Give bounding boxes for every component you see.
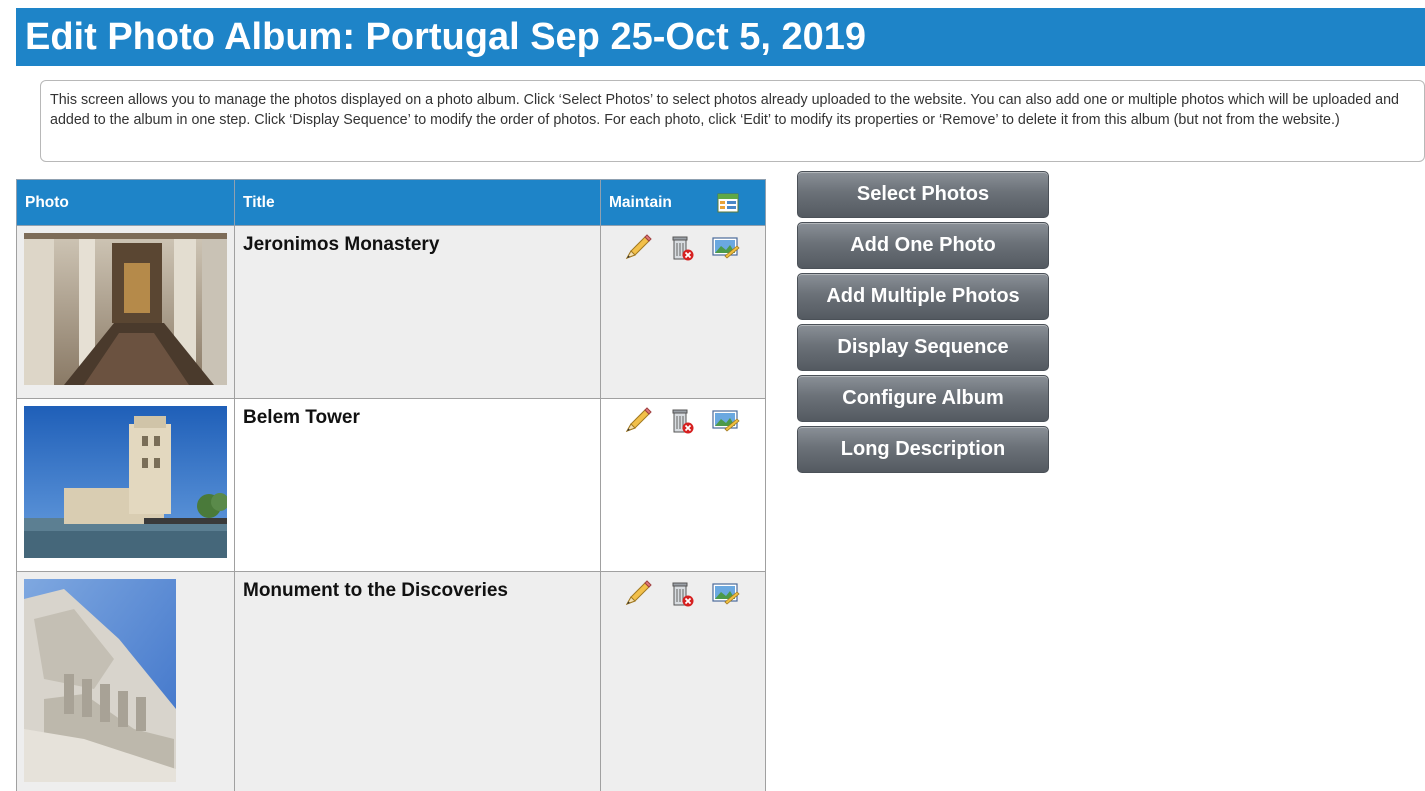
photo-column-header: Photo bbox=[16, 179, 235, 226]
properties-image-icon[interactable] bbox=[711, 580, 741, 608]
table-header-row: Photo Title Maintain bbox=[16, 179, 766, 226]
maintain-cell bbox=[600, 225, 766, 399]
configure-album-button[interactable]: Configure Album bbox=[797, 375, 1049, 422]
tower-thumbnail[interactable] bbox=[24, 406, 234, 563]
properties-image-icon[interactable] bbox=[711, 234, 741, 262]
table-row: Belem Tower bbox=[16, 398, 766, 572]
photo-title: Monument to the Discoveries bbox=[234, 571, 601, 791]
photo-cell bbox=[16, 225, 235, 399]
photo-cell bbox=[16, 571, 235, 791]
monument-thumbnail[interactable] bbox=[24, 579, 234, 787]
table-settings-icon[interactable] bbox=[717, 192, 741, 214]
add-one-photo-button[interactable]: Add One Photo bbox=[797, 222, 1049, 269]
maintain-label: Maintain bbox=[609, 193, 672, 211]
title-column-header: Title bbox=[234, 179, 601, 226]
remove-trash-icon[interactable] bbox=[667, 407, 697, 435]
select-photos-button[interactable]: Select Photos bbox=[797, 171, 1049, 218]
table-row: Jeronimos Monastery bbox=[16, 225, 766, 399]
monastery-thumbnail[interactable] bbox=[24, 233, 234, 390]
page-title: Edit Photo Album: Portugal Sep 25-Oct 5,… bbox=[16, 8, 1425, 66]
maintain-cell bbox=[600, 571, 766, 791]
table-row: Monument to the Discoveries bbox=[16, 571, 766, 791]
edit-pencil-icon[interactable] bbox=[623, 407, 653, 435]
edit-pencil-icon[interactable] bbox=[623, 580, 653, 608]
long-description-button[interactable]: Long Description bbox=[797, 426, 1049, 473]
properties-image-icon[interactable] bbox=[711, 407, 741, 435]
instructions-panel: This screen allows you to manage the pho… bbox=[40, 80, 1425, 162]
instructions-text: This screen allows you to manage the pho… bbox=[50, 92, 1399, 128]
edit-pencil-icon[interactable] bbox=[623, 234, 653, 262]
photo-cell bbox=[16, 398, 235, 572]
maintain-column-header: Maintain bbox=[600, 179, 766, 226]
photo-title: Belem Tower bbox=[234, 398, 601, 572]
display-sequence-button[interactable]: Display Sequence bbox=[797, 324, 1049, 371]
photo-title: Jeronimos Monastery bbox=[234, 225, 601, 399]
remove-trash-icon[interactable] bbox=[667, 234, 697, 262]
maintain-cell bbox=[600, 398, 766, 572]
remove-trash-icon[interactable] bbox=[667, 580, 697, 608]
add-multiple-photos-button[interactable]: Add Multiple Photos bbox=[797, 273, 1049, 320]
photo-album-table: Photo Title Maintain Jeronimos Monastery… bbox=[16, 179, 766, 791]
album-actions: Select Photos Add One Photo Add Multiple… bbox=[797, 171, 1050, 477]
